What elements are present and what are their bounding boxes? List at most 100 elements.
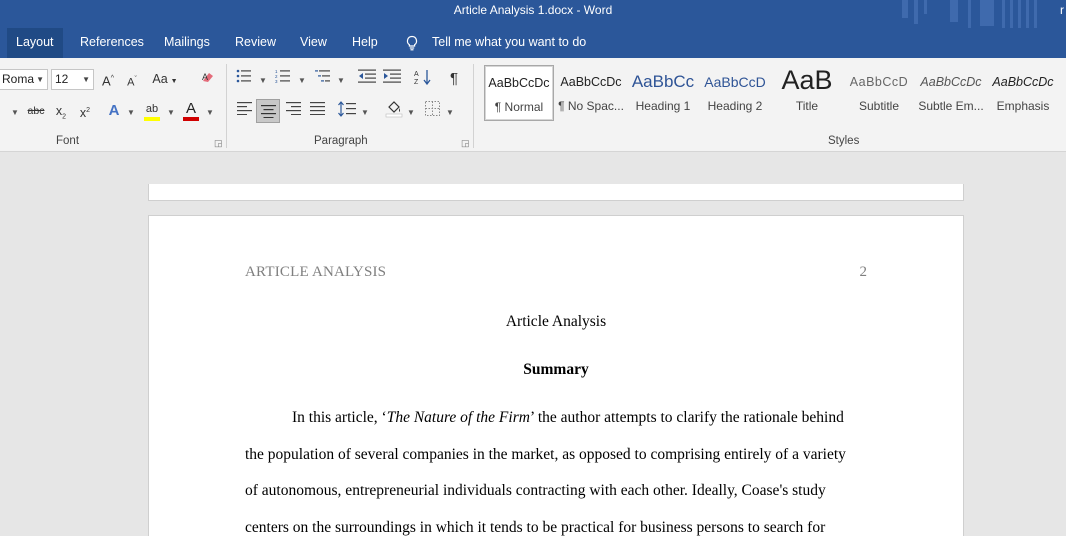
ribbon: Roma ▼ 12 ▼ A^ Aˇ Aa ▼ A ▼ abc x2 x2 A ▼ … [0,58,1066,152]
tab-mailings[interactable]: Mailings [155,28,219,58]
tell-me-search[interactable]: Tell me what you want to do [402,28,586,58]
tell-me-text: Tell me what you want to do [432,35,587,49]
font-name-box[interactable]: Roma ▼ [0,69,48,90]
title-bar-decoration [902,0,1052,28]
group-divider [473,64,474,148]
show-hide-formatting-button[interactable]: ¶ [444,69,464,89]
style-sample: AaB [781,65,833,95]
body-line: In this article, ‘The Nature of the Firm… [292,409,844,427]
paint-bucket-icon [385,101,403,118]
body-text: ’ the author attempts to clarify the rat… [529,409,844,426]
title-bar: Article Analysis 1.docx - Word r [0,0,1066,28]
strikethrough-button[interactable]: abc [25,101,47,121]
body-line: of autonomous, entrepreneurial individua… [245,482,826,499]
tab-references[interactable]: References [71,28,153,58]
decrease-indent-button[interactable] [357,69,377,89]
chevron-down-icon[interactable]: ▼ [337,76,345,85]
style-title[interactable]: AaB Title [772,65,842,121]
font-group-label: Font [56,135,80,147]
style-normal[interactable]: AaBbCcDc ¶ Normal [484,65,554,121]
tab-view[interactable]: View [291,28,336,58]
align-left-icon [236,102,252,116]
body-line: the population of several companies in t… [245,446,846,463]
tab-layout[interactable]: Layout [7,28,63,58]
font-color-button[interactable]: A [181,99,201,121]
text-effects-icon: A [108,102,120,119]
line-spacing-icon [338,101,356,117]
numbering-button[interactable]: 1 2 3 [273,69,293,89]
superscript-button[interactable]: x2 [75,101,95,121]
ribbon-tabs: Layout References Mailings Review View H… [0,28,1066,58]
style-subtitle[interactable]: AaBbCcD Subtitle [844,65,914,121]
style-name: Heading 1 [635,99,691,113]
highlight-button[interactable]: ab [142,99,162,121]
style-emphasis[interactable]: AaBbCcDc Emphasis [988,65,1058,121]
tab-help[interactable]: Help [343,28,387,58]
chevron-down-icon[interactable]: ▼ [127,108,135,117]
document-canvas[interactable]: ARTICLE ANALYSIS 2 Article Analysis Summ… [0,152,1066,536]
chevron-down-icon[interactable]: ▼ [298,76,306,85]
chevron-down-icon[interactable]: ▼ [206,108,214,117]
justify-icon [309,102,325,116]
grow-font-button[interactable]: A^ [98,69,118,89]
eraser-icon: A [202,72,213,82]
page-number: 2 [859,264,868,280]
svg-text:3: 3 [275,79,278,83]
style-subtle-emphasis[interactable]: AaBbCcDc Subtle Em... [916,65,986,121]
paragraph-group-label: Paragraph [314,135,368,147]
chevron-down-icon[interactable]: ▼ [259,76,267,85]
font-name-value: Roma [2,72,35,86]
justify-button[interactable] [307,101,327,121]
chevron-down-icon[interactable]: ▼ [11,108,19,117]
multilevel-list-icon [315,70,330,82]
text-effects-button[interactable]: A [104,101,124,121]
tab-review[interactable]: Review [226,28,285,58]
group-divider [226,64,227,148]
document-page[interactable]: ARTICLE ANALYSIS 2 Article Analysis Summ… [148,215,964,536]
chevron-down-icon[interactable]: ▼ [407,108,415,117]
align-right-button[interactable] [283,101,303,121]
style-name: Title [795,99,819,113]
svg-text:Z: Z [414,79,419,85]
style-heading-2[interactable]: AaBbCcD Heading 2 [700,65,770,121]
svg-text:A: A [202,72,208,82]
bullets-button[interactable] [234,69,254,89]
subscript-button[interactable]: x2 [51,101,71,121]
shading-button[interactable] [384,100,404,120]
chevron-down-icon[interactable]: ▼ [446,108,454,117]
align-left-button[interactable] [234,101,254,121]
highlight-color-swatch [144,117,160,121]
style-sample: AaBbCcDc [488,76,550,90]
font-dialog-launcher-icon[interactable]: ◲ [214,138,223,149]
sort-button[interactable]: A Z [413,69,433,89]
style-heading-1[interactable]: AaBbCc Heading 1 [628,65,698,121]
pilcrow-icon: ¶ [449,70,459,87]
styles-group-label: Styles [828,135,860,147]
font-size-box[interactable]: 12 ▼ [51,69,94,90]
style-name: Emphasis [996,99,1050,113]
document-title: Article Analysis [505,313,607,330]
sort-icon: A Z [414,70,431,86]
chevron-down-icon: ▼ [82,75,90,84]
style-no-spacing[interactable]: AaBbCcDc ¶ No Spac... [556,65,626,121]
account-initial[interactable]: r [1060,3,1064,17]
borders-icon [424,101,440,116]
running-head: ARTICLE ANALYSIS [245,264,387,280]
align-center-button[interactable] [256,99,280,123]
chevron-down-icon[interactable]: ▼ [361,108,369,117]
chevron-down-icon[interactable]: ▼ [167,108,175,117]
increase-indent-button[interactable] [382,69,402,89]
style-sample: AaBbCcDc [920,75,982,89]
line-spacing-button[interactable] [337,101,357,121]
clear-formatting-button[interactable]: A [198,69,218,89]
strikethrough-icon: abc [27,105,45,117]
shrink-font-button[interactable]: Aˇ [122,70,142,90]
increase-indent-icon [383,69,401,83]
style-sample: AaBbCcD [704,74,766,90]
decrease-indent-icon [358,69,376,83]
change-case-button[interactable]: Aa ▼ [150,69,180,89]
multilevel-list-button[interactable] [313,69,333,89]
borders-button[interactable] [422,101,442,121]
body-text: In this article, ‘ [292,409,387,426]
paragraph-dialog-launcher-icon[interactable]: ◲ [461,138,470,149]
